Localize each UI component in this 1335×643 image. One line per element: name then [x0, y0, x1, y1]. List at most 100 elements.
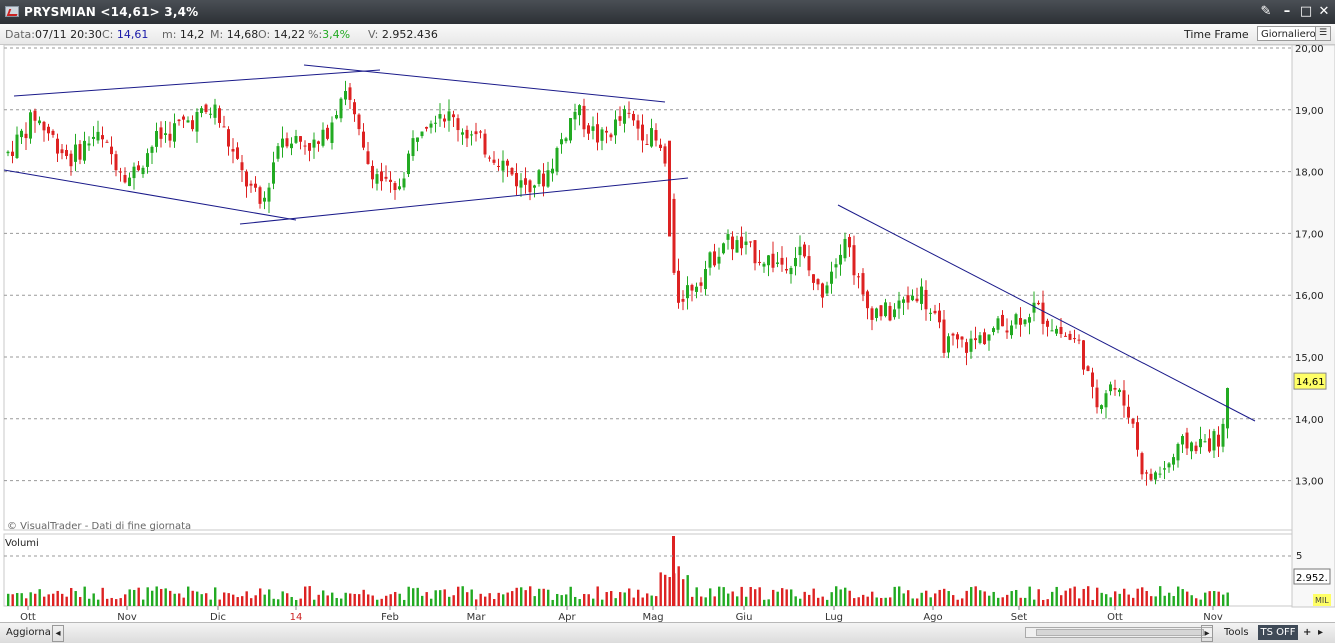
volume-bar [164, 588, 167, 606]
volume-bar [322, 590, 325, 606]
candle-body [1118, 389, 1121, 393]
volume-bar [281, 591, 284, 606]
candle-body [1068, 333, 1072, 340]
candle-body [272, 162, 275, 184]
candle-body [906, 295, 910, 303]
volume-bar [124, 594, 127, 606]
volume-bar [1186, 591, 1189, 606]
volume-bar [605, 592, 608, 606]
candle-body [11, 151, 14, 156]
volume-bar [16, 593, 19, 606]
candle-body [344, 90, 347, 100]
candle-body [83, 140, 86, 161]
candle-body [402, 178, 406, 188]
candle-body [623, 109, 626, 124]
volume-bar [767, 599, 770, 606]
candle-body [573, 111, 577, 120]
volume-bar [803, 591, 806, 606]
candle-body [33, 110, 37, 121]
add-icon[interactable]: + [1303, 625, 1311, 640]
volume-bar [655, 596, 658, 606]
volume-bar [299, 598, 302, 606]
volume-bar [1087, 586, 1090, 606]
volume-bar [371, 595, 374, 606]
candle-body [875, 308, 878, 318]
candle-body [425, 126, 428, 129]
candle-body [560, 139, 563, 145]
candle-body [780, 257, 784, 265]
candle-body [227, 129, 230, 147]
volume-bar [758, 587, 761, 606]
volume-bar [821, 596, 824, 606]
candle-body [330, 122, 334, 143]
volume-bar [1033, 599, 1036, 606]
volume-bar [389, 594, 392, 606]
candle-body [398, 186, 401, 190]
volume-bar [155, 586, 158, 606]
candle-body [533, 185, 536, 188]
candle-body [240, 162, 244, 171]
candle-body [632, 113, 635, 121]
volume-bar [875, 597, 878, 606]
candle-body [339, 98, 343, 119]
chart-scrollbar[interactable] [1025, 627, 1213, 638]
scroll-left-icon[interactable]: ◂ [52, 625, 64, 642]
candle-body [506, 160, 509, 166]
candle-body [879, 305, 883, 317]
volume-bar [29, 592, 32, 606]
candle-body [164, 133, 167, 135]
volume-bar [1118, 593, 1121, 606]
candle-body [353, 102, 356, 115]
volume-bar [601, 599, 604, 606]
volume-bar [1015, 589, 1018, 606]
aggiorna-button[interactable]: Aggiorna [6, 625, 51, 640]
price-chart[interactable]: 20,00 19,00 18,00 17,00 16,00 15,00 14,00 13,00… [0, 0, 1335, 642]
candle-body [686, 285, 689, 299]
volume-bar [1163, 595, 1166, 606]
volume-bar [556, 593, 559, 606]
tools-button[interactable]: Tools [1224, 625, 1249, 640]
candle-body [744, 241, 748, 245]
volume-bar [317, 594, 320, 606]
candle-body [110, 146, 113, 155]
volume-bar [205, 593, 208, 606]
volume-spike [672, 536, 675, 606]
candle-body [303, 145, 307, 147]
volume-bar [304, 586, 307, 606]
candle-body [645, 143, 649, 145]
volume-bar [628, 588, 631, 606]
candle-body [956, 334, 959, 340]
volume-bar [781, 588, 784, 606]
volume-bar [340, 598, 343, 606]
volume-bar [394, 591, 397, 606]
y-tick-label: 13,00 [1295, 477, 1324, 488]
scroll-thumb[interactable] [1036, 629, 1204, 636]
volume-bar [1060, 595, 1063, 606]
candle-body [830, 271, 833, 284]
candle-body [1203, 441, 1207, 443]
candle-body [866, 291, 869, 309]
candle-body [569, 118, 572, 141]
candle-body [434, 122, 437, 124]
volume-bar [826, 599, 829, 606]
candle-body [974, 338, 977, 341]
volume-bar [992, 591, 995, 606]
volume-bar [569, 586, 572, 606]
volume-bar [974, 586, 977, 606]
volume-bar [965, 590, 968, 606]
candle-body [497, 165, 500, 167]
y-tick-label: 19,00 [1295, 106, 1324, 117]
volume-bar [560, 595, 563, 606]
volume-bar [596, 586, 599, 606]
scroll-right-icon[interactable]: ▸ [1201, 625, 1213, 642]
volume-bar [295, 599, 298, 606]
candle-body [488, 157, 491, 159]
volume-bar [1172, 596, 1175, 606]
ts-off-button[interactable]: TS OFF [1258, 625, 1298, 640]
candle-body [389, 179, 392, 182]
candle-body [501, 160, 505, 171]
volume-bar [484, 596, 487, 606]
candle-body [857, 276, 860, 278]
arrow-right-icon[interactable]: ▸ [1318, 625, 1323, 640]
candle-body [87, 143, 91, 146]
